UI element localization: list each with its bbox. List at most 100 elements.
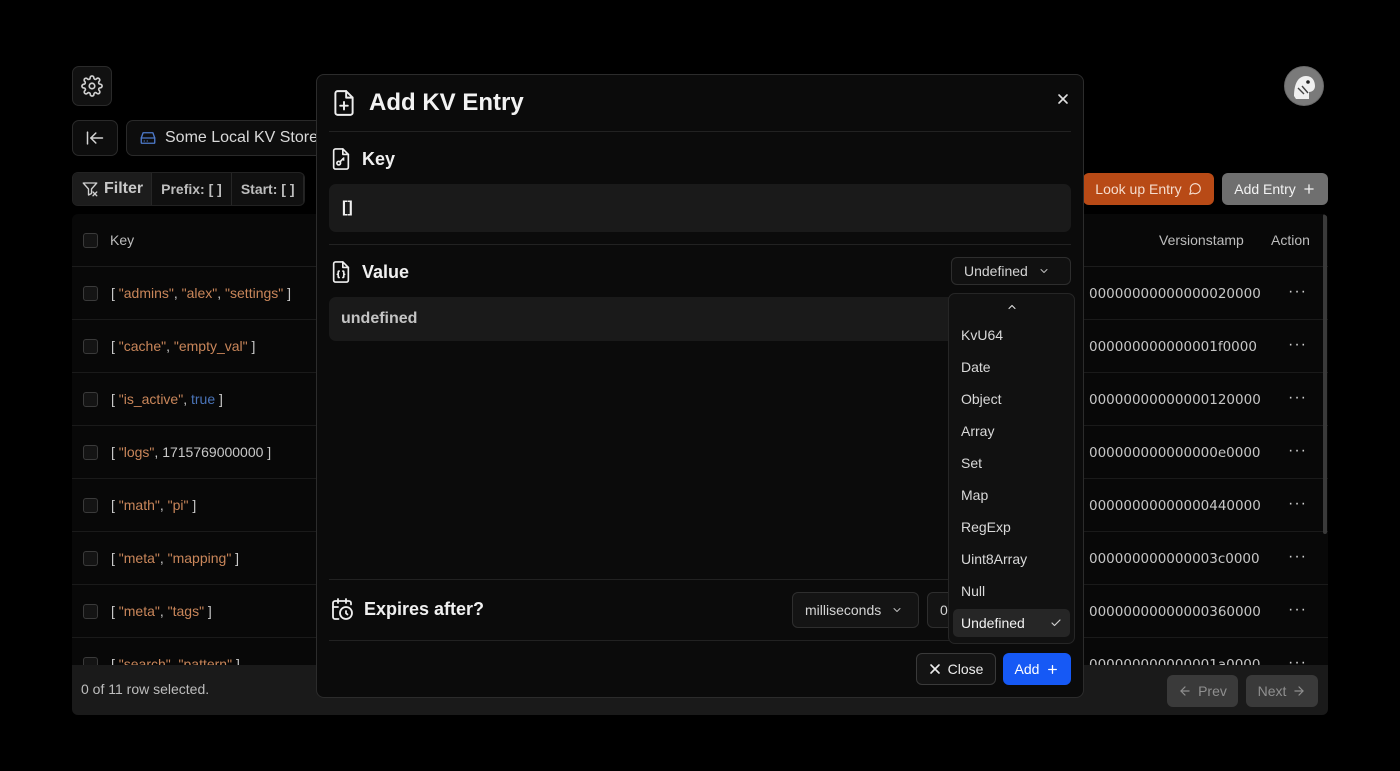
prev-page-button[interactable]: Prev [1167,675,1238,707]
row-checkbox[interactable] [83,392,98,407]
expires-section-label: Expires after? [330,597,484,621]
row-versionstamp: 00000000000000440000 [1089,498,1261,514]
look-up-entry-label: Look up Entry [1095,181,1182,197]
look-up-entry-button[interactable]: Look up Entry [1083,173,1214,205]
expires-unit-select[interactable]: milliseconds [792,592,919,628]
row-checkbox[interactable] [83,604,98,619]
dropdown-option-regexp[interactable]: RegExp [953,513,1070,541]
start-filter[interactable]: Start: [ ] [232,173,305,205]
dropdown-option-kvu64[interactable]: KvU64 [953,321,1070,349]
dropdown-option-uint8array[interactable]: Uint8Array [953,545,1070,573]
arrow-left-to-line-icon [86,131,104,145]
row-action-menu-icon[interactable]: ··· [1288,283,1307,301]
value-section-label: Value [330,260,409,284]
filter-button[interactable]: Filter [73,173,153,205]
table-scrollbar[interactable] [1323,214,1327,534]
row-action-menu-icon[interactable]: ··· [1288,336,1307,354]
row-versionstamp: 000000000000000e0000 [1089,445,1261,461]
dialog-close-button[interactable] [1053,89,1073,109]
row-checkbox[interactable] [83,286,98,301]
row-key: [ "math", "pi" ] [111,497,197,513]
add-button[interactable]: Add [1003,653,1071,685]
row-key: [ "admins", "alex", "settings" ] [111,285,292,301]
dropdown-option-undefined[interactable]: Undefined [953,609,1070,637]
row-action-menu-icon[interactable]: ··· [1288,442,1307,460]
row-versionstamp: 000000000000001f0000 [1089,339,1257,355]
row-versionstamp: 000000000000001a0000 [1089,657,1261,665]
row-action-menu-icon[interactable]: ··· [1288,389,1307,407]
row-checkbox[interactable] [83,498,98,513]
file-json-icon [332,261,350,283]
row-action-menu-icon[interactable]: ··· [1288,548,1307,566]
row-checkbox[interactable] [83,657,98,665]
prefix-filter[interactable]: Prefix: [ ] [152,173,232,205]
key-input[interactable]: [] [329,184,1071,232]
row-key: [ "cache", "empty_val" ] [111,338,256,354]
key-section-label: Key [330,147,395,171]
dropdown-option-object[interactable]: Object [953,385,1070,413]
close-label: Close [947,661,984,677]
expires-unit-text: milliseconds [805,602,882,618]
dropdown-option-set[interactable]: Set [953,449,1070,477]
row-action-menu-icon[interactable]: ··· [1288,654,1307,665]
row-versionstamp: 00000000000000360000 [1089,604,1261,620]
message-circle-icon [1188,183,1201,195]
dialog-title: Add KV Entry [369,89,524,116]
column-versionstamp[interactable]: Versionstamp [1159,232,1244,248]
prev-label: Prev [1198,683,1227,699]
prefix-filter-text: Prefix: [ ] [161,181,222,197]
back-button[interactable] [72,120,118,156]
dropdown-option-map[interactable]: Map [953,481,1070,509]
filter-icon [82,182,98,197]
value-label: Value [362,261,410,282]
add-entry-label: Add Entry [1234,181,1296,197]
dropdown-option-date[interactable]: Date [953,353,1070,381]
divider [329,131,1071,132]
row-versionstamp: 00000000000000020000 [1089,286,1261,302]
row-versionstamp: 00000000000000120000 [1089,392,1261,408]
plus-icon [1304,184,1314,194]
avatar[interactable] [1284,66,1324,106]
expires-label: Expires after? [364,598,485,619]
chevron-up-icon [1007,304,1016,310]
add-label: Add [1014,661,1040,677]
row-checkbox[interactable] [83,339,98,354]
gear-icon [81,75,103,97]
row-key: [ "logs", 1715769000000 ] [111,444,272,460]
row-key: [ "is_active", true ] [111,391,223,407]
row-checkbox[interactable] [83,551,98,566]
divider [329,244,1071,245]
column-action: Action [1271,232,1310,248]
next-page-button[interactable]: Next [1246,675,1318,707]
row-action-menu-icon[interactable]: ··· [1288,495,1307,513]
row-versionstamp: 000000000000003c0000 [1089,551,1260,567]
start-filter-text: Start: [ ] [240,181,295,197]
close-button[interactable]: Close [916,653,996,685]
row-key: [ "meta", "tags" ] [111,603,212,619]
chevron-down-icon [893,608,901,612]
next-label: Next [1257,683,1287,699]
row-action-menu-icon[interactable]: ··· [1288,601,1307,619]
dino-logo-icon [1285,67,1323,105]
value-type-select[interactable]: Undefined [951,257,1071,285]
scroll-up-button[interactable] [949,298,1074,316]
chevron-down-icon [1040,269,1048,273]
file-key-icon [332,148,350,170]
close-icon [1058,94,1068,104]
store-selector[interactable]: Some Local KV Store [126,120,326,156]
calendar-clock-icon [332,598,353,620]
column-key[interactable]: Key [110,232,134,248]
dialog-header: Add KV Entry [331,89,524,117]
filter-label: Filter [104,180,144,197]
check-icon [1051,619,1061,627]
add-entry-button[interactable]: Add Entry [1222,173,1328,205]
arrow-right-icon [1294,686,1305,696]
file-plus-icon [334,90,354,116]
dropdown-option-null[interactable]: Null [953,577,1070,605]
dropdown-option-array[interactable]: Array [953,417,1070,445]
database-drive-icon [140,132,156,144]
select-all-checkbox[interactable] [83,233,98,248]
row-checkbox[interactable] [83,445,98,460]
close-icon [929,664,940,674]
settings-button[interactable] [72,66,112,106]
